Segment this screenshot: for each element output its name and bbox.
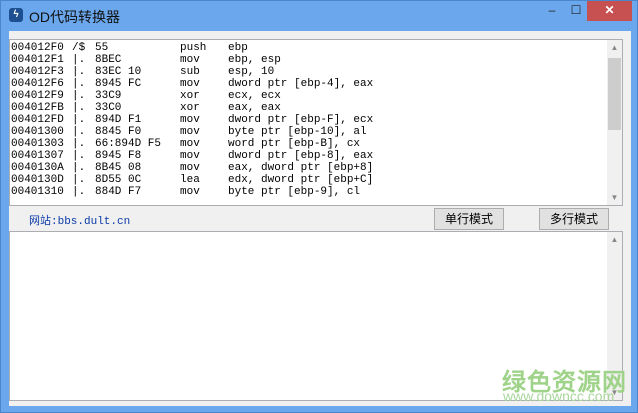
bytes: 8BEC — [95, 54, 122, 66]
mnemonic: push — [180, 42, 207, 54]
mnemonic: mov — [180, 150, 200, 162]
operands: eax, dword ptr [ebp+8] — [228, 162, 374, 174]
marker: |. — [72, 90, 86, 102]
marker: |. — [72, 78, 86, 90]
bytes: 83EC 10 — [95, 66, 142, 78]
mnemonic: xor — [180, 90, 200, 102]
code-line: 004012F9 |. 33C9 xor ecx, ecx — [11, 90, 601, 102]
mnemonic: mov — [180, 186, 200, 198]
code-line: 0040130D |. 8D55 0C lea edx, dword ptr [ebp+… — [11, 174, 601, 186]
code-line: 00401307 |. 8945 F8 mov dword ptr [ebp-8], e… — [11, 150, 601, 162]
operands: dword ptr [ebp-4], eax — [228, 78, 374, 90]
marker: |. — [72, 66, 86, 78]
address: 00401303 — [11, 138, 64, 150]
mnemonic: mov — [180, 54, 200, 66]
bytes: 8945 F8 — [95, 150, 142, 162]
address: 004012F9 — [11, 90, 64, 102]
client-area: ▲ ▼ 004012F0 /$ 55 push ebp 004012F1 |. 8BEC mov… — [9, 31, 631, 406]
address: 004012FB — [11, 102, 64, 114]
mnemonic: mov — [180, 138, 200, 150]
bytes: 55 — [95, 42, 109, 54]
address: 004012F0 — [11, 42, 64, 54]
marker: |. — [72, 102, 86, 114]
address: 00401310 — [11, 186, 64, 198]
app-window: ϟ OD代码转换器 ‒ ☐ ✕ ▲ ▼ 004012F0/$ 55 push ebp 0… — [0, 0, 638, 413]
scroll-thumb[interactable] — [608, 58, 621, 130]
marker: |. — [72, 126, 86, 138]
app-icon: ϟ — [9, 8, 23, 22]
scroll-up-icon[interactable]: ▲ — [607, 232, 622, 247]
code-line: 004012F3 |. 83EC 10 sub esp, 10 — [11, 66, 601, 78]
mnemonic: mov — [180, 78, 200, 90]
mnemonic: xor — [180, 102, 200, 114]
marker: |. — [72, 186, 86, 198]
address: 004012F3 — [11, 66, 64, 78]
close-button[interactable]: ✕ — [587, 1, 632, 21]
marker: /$ — [72, 42, 86, 54]
operands: eax, eax — [228, 102, 281, 114]
scroll-up-icon[interactable]: ▲ — [607, 40, 622, 55]
single-line-mode-button[interactable]: 单行模式 — [434, 208, 504, 230]
bytes: 8B45 08 — [95, 162, 142, 174]
marker: |. — [72, 54, 86, 66]
address: 004012FD — [11, 114, 64, 126]
address: 0040130A — [11, 162, 64, 174]
scroll-down-icon[interactable]: ▼ — [607, 190, 622, 205]
operands: esp, 10 — [228, 66, 275, 78]
multi-line-mode-button[interactable]: 多行模式 — [539, 208, 609, 230]
code-line: 004012F0 /$ 55 push ebp — [11, 42, 601, 54]
address: 00401300 — [11, 126, 64, 138]
code-line: 0040130A |. 8B45 08 mov eax, dword ptr [ebp+… — [11, 162, 601, 174]
bytes: 894D F1 — [95, 114, 142, 126]
operands: dword ptr [ebp-F], ecx — [228, 114, 374, 126]
code-line: 00401300 |. 8845 F0 mov byte ptr [ebp-10], a… — [11, 126, 601, 138]
marker: |. — [72, 114, 86, 126]
watermark-url: www.downcc.com — [503, 388, 615, 404]
marker: |. — [72, 174, 86, 186]
bytes: 66:894D F5 — [95, 138, 162, 150]
address: 004012F6 — [11, 78, 64, 90]
maximize-button[interactable]: ☐ — [563, 1, 589, 21]
code-line: 004012F1 |. 8BEC mov ebp, esp — [11, 54, 601, 66]
bytes: 33C9 — [95, 90, 122, 102]
address: 00401307 — [11, 150, 64, 162]
mnemonic: mov — [180, 162, 200, 174]
minimize-button[interactable]: ‒ — [539, 1, 565, 21]
operands: word ptr [ebp-B], cx — [228, 138, 361, 150]
mnemonic: lea — [180, 174, 200, 186]
address: 004012F1 — [11, 54, 64, 66]
operands: edx, dword ptr [ebp+C] — [228, 174, 374, 186]
vertical-scrollbar[interactable]: ▲ ▼ — [607, 40, 622, 205]
bytes: 33C0 — [95, 102, 122, 114]
operands: ebp, esp — [228, 54, 281, 66]
code-line: 004012F6 |. 8945 FC mov dword ptr [ebp-4], e… — [11, 78, 601, 90]
marker: |. — [72, 138, 86, 150]
window-title: OD代码转换器 — [29, 9, 120, 25]
operands: byte ptr [ebp-10], al — [228, 126, 367, 138]
operands: dword ptr [ebp-8], eax — [228, 150, 374, 162]
code-input[interactable]: ▲ ▼ 004012F0 /$ 55 push ebp 004012F1 |. 8BEC mov… — [9, 39, 623, 206]
operands: ebp — [228, 42, 248, 54]
website-link[interactable]: 网站:bbs.dult.cn — [29, 212, 130, 228]
address: 0040130D — [11, 174, 64, 186]
operands: byte ptr [ebp-9], cl — [228, 186, 361, 198]
operands: ecx, ecx — [228, 90, 281, 102]
code-line: 00401303 |. 66:894D F5 mov word ptr [ebp-B],… — [11, 138, 601, 150]
marker: |. — [72, 162, 86, 174]
mnemonic: sub — [180, 66, 200, 78]
mnemonic: mov — [180, 114, 200, 126]
title-bar[interactable]: ϟ OD代码转换器 ‒ ☐ ✕ — [1, 1, 637, 31]
marker: |. — [72, 150, 86, 162]
bytes: 8945 FC — [95, 78, 142, 90]
mnemonic: mov — [180, 126, 200, 138]
bytes: 884D F7 — [95, 186, 142, 198]
bytes: 8845 F0 — [95, 126, 142, 138]
code-line: 004012FD |. 894D F1 mov dword ptr [ebp-F], e… — [11, 114, 601, 126]
code-line: 00401310 |. 884D F7 mov byte ptr [ebp-9], cl — [11, 186, 601, 198]
bytes: 8D55 0C — [95, 174, 142, 186]
code-line: 004012FB |. 33C0 xor eax, eax — [11, 102, 601, 114]
